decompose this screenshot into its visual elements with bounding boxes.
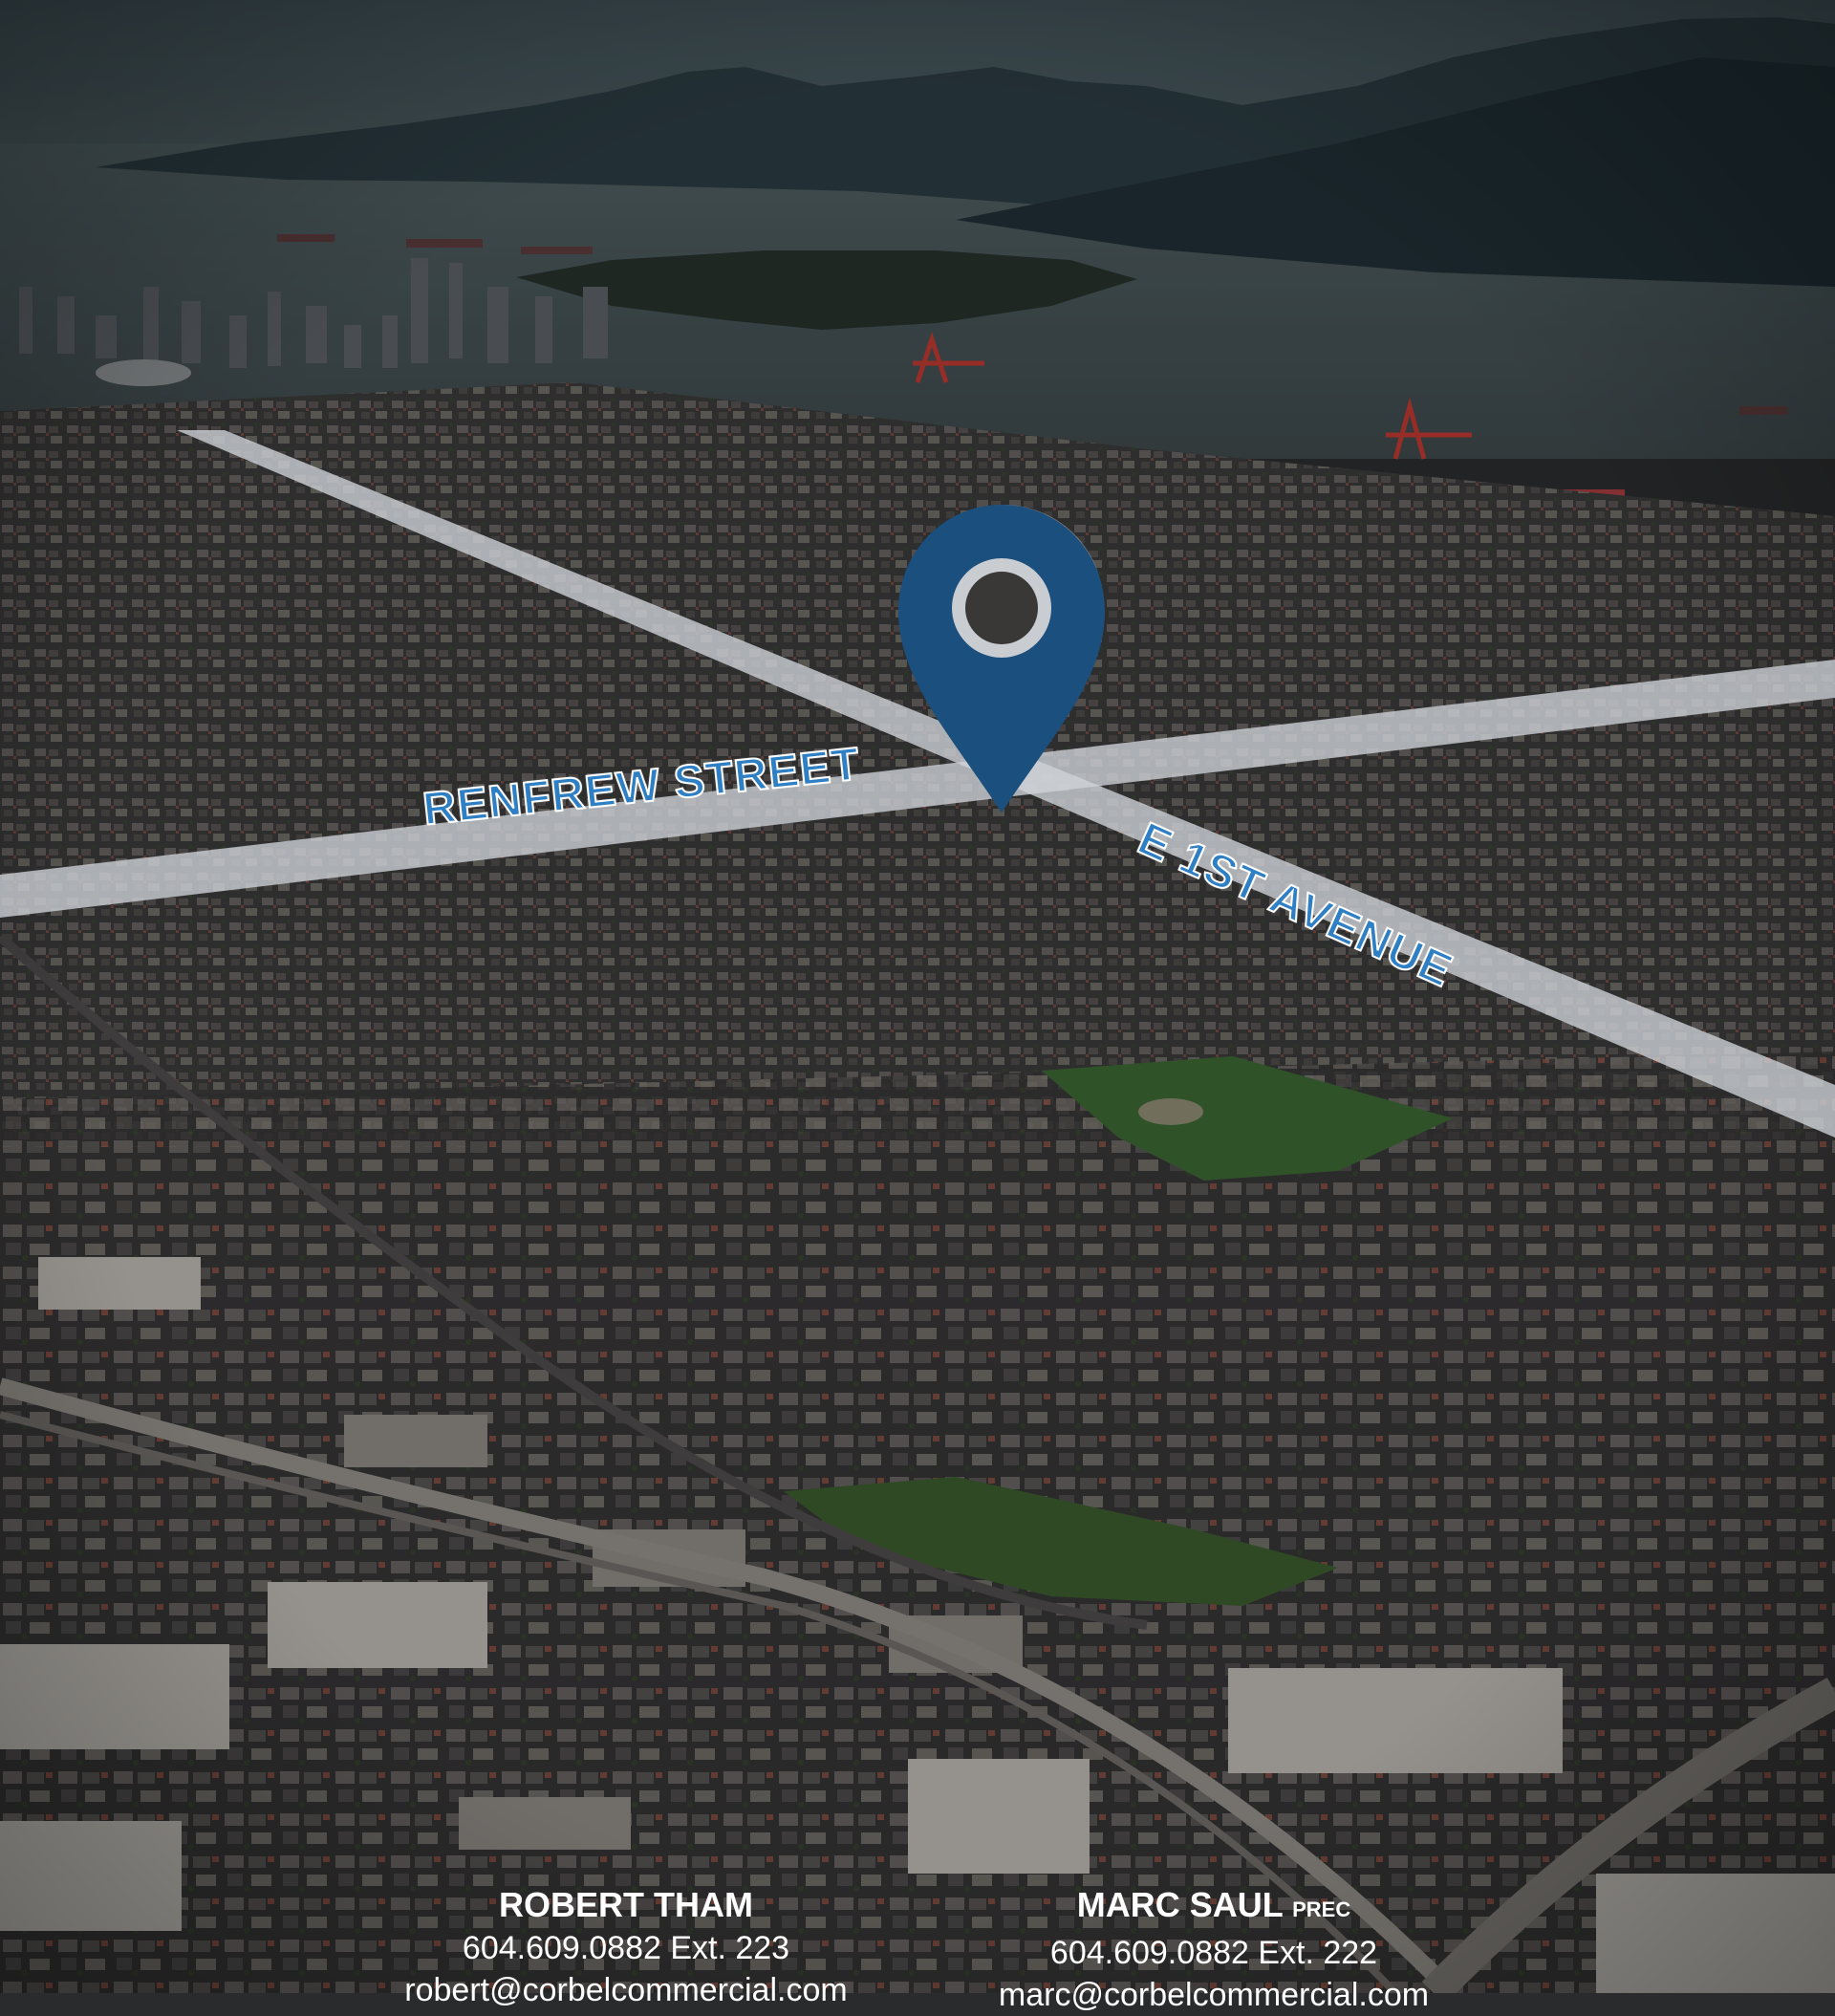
contact-card: MARC SAUL PREC 604.609.0882 Ext. 222 mar… (946, 1883, 1481, 2016)
contact-phone[interactable]: 604.609.0882 Ext. 222 (946, 1932, 1481, 1974)
contact-email[interactable]: marc@corbelcommercial.com (946, 1974, 1481, 2016)
contact-name: MARC SAUL PREC (1076, 1885, 1351, 1924)
contact-phone[interactable]: 604.609.0882 Ext. 223 (363, 1927, 889, 1969)
contact-email[interactable]: robert@corbelcommercial.com (363, 1969, 889, 2011)
contact-designation: PREC (1292, 1897, 1351, 1921)
contact-footer: ROBERT THAM 604.609.0882 Ext. 223 robert… (0, 1883, 1835, 2013)
contact-card: ROBERT THAM 604.609.0882 Ext. 223 robert… (363, 1883, 889, 2011)
contact-name: ROBERT THAM (499, 1885, 753, 1924)
aerial-photo: RENFREW STREET E 1ST AVENUE (0, 0, 1835, 1993)
